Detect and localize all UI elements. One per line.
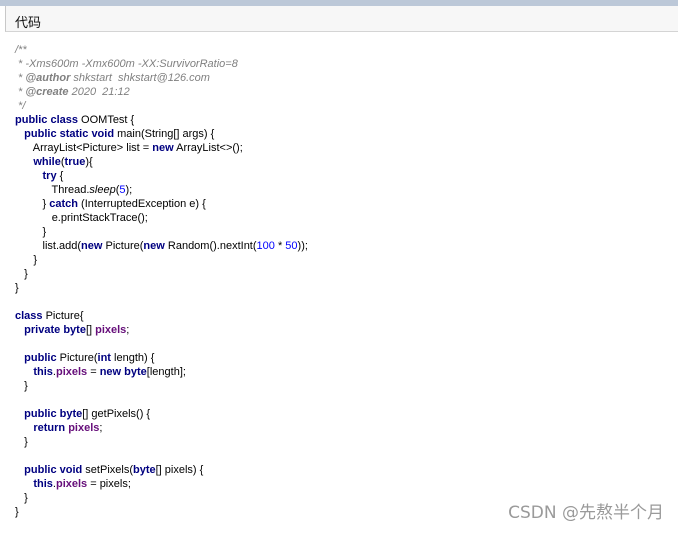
code-line: class Picture{ xyxy=(15,310,84,322)
code-line: public Picture(int length) { xyxy=(24,352,155,364)
code-line: * @author shkstart shkstart@126.com xyxy=(15,72,210,84)
code-line: } xyxy=(15,282,19,294)
code-line: } xyxy=(42,226,47,238)
code-line: this.pixels = pixels; xyxy=(33,478,131,490)
code-line: */ xyxy=(15,100,26,112)
code-line: public void setPixels(byte[] pixels) { xyxy=(24,464,204,476)
code-viewer-window: 代码 /** * -Xms600m -Xmx600m -XX:SurvivorR… xyxy=(0,0,678,533)
code-line: public class OOMTest { xyxy=(15,114,135,126)
code-line: * -Xms600m -Xmx600m -XX:SurvivorRatio=8 xyxy=(15,58,238,70)
code-line: } xyxy=(24,492,28,504)
code-line: public static void main(String[] args) { xyxy=(24,128,215,140)
panel-header: 代码 xyxy=(5,6,678,32)
code-line: try { xyxy=(42,170,64,182)
panel-title: 代码 xyxy=(15,16,42,31)
code-line: ArrayList<Picture> list = new ArrayList<… xyxy=(32,142,243,154)
code-line: return pixels; xyxy=(33,422,103,434)
code-line: } xyxy=(15,506,19,518)
code-line: } xyxy=(24,436,28,448)
code-block[interactable]: /** * -Xms600m -Xmx600m -XX:SurvivorRati… xyxy=(15,43,308,519)
code-line: private byte[] pixels; xyxy=(24,324,130,336)
code-line: } catch (InterruptedException e) { xyxy=(42,198,206,210)
code-line: public byte[] getPixels() { xyxy=(24,408,151,420)
code-line: } xyxy=(24,380,28,392)
code-line: } xyxy=(33,254,38,266)
code-line: while(true){ xyxy=(33,156,93,168)
code-line: /** xyxy=(15,44,27,56)
code-line: Thread.sleep(5); xyxy=(51,184,133,196)
code-line: * @create 2020 21:12 xyxy=(15,86,130,98)
code-line: } xyxy=(24,268,28,280)
csdn-watermark: CSDN @先熬半个月 xyxy=(508,503,664,523)
code-line: this.pixels = new byte[length]; xyxy=(33,366,186,378)
code-line: e.printStackTrace(); xyxy=(51,212,148,224)
code-line: list.add(new Picture(new Random().nextIn… xyxy=(42,240,308,252)
